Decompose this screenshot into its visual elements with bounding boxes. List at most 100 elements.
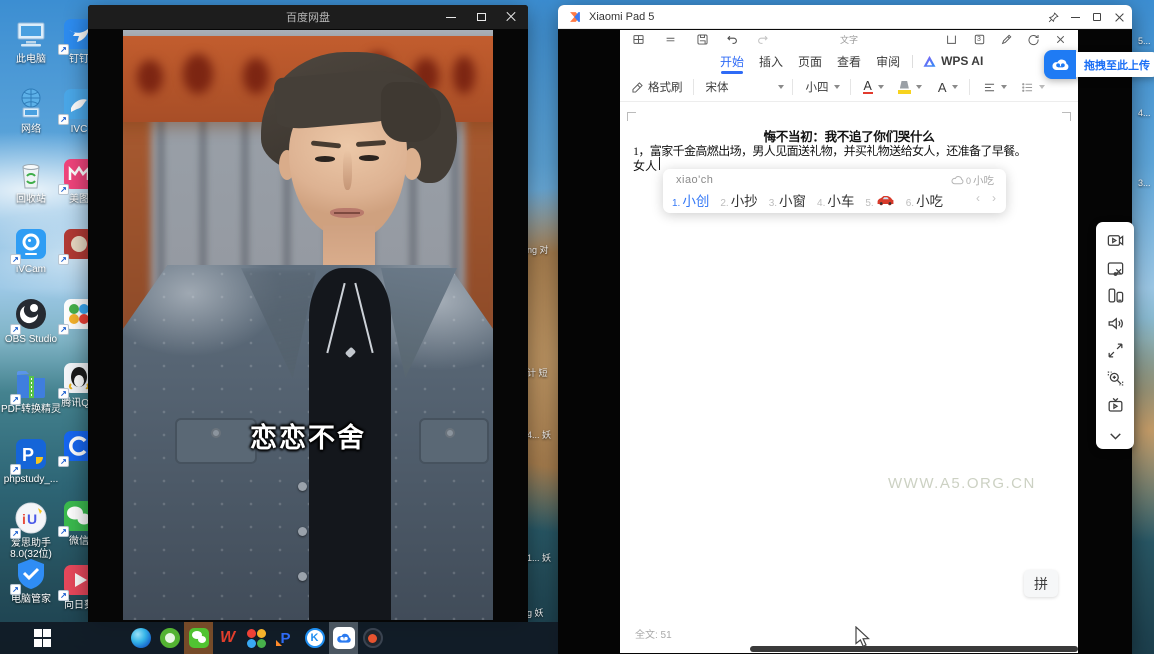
shortcut-arrow-icon: ↗: [10, 254, 21, 265]
split-screen-button[interactable]: [1101, 282, 1129, 310]
video-window-titlebar[interactable]: 百度网盘: [88, 5, 528, 29]
close-icon: [1115, 13, 1124, 22]
candidate-text: 小创: [682, 190, 709, 210]
minimize-icon: [446, 17, 456, 18]
netdisk-upload-icon-box: [1044, 50, 1076, 79]
wps-ai-icon: [922, 54, 937, 69]
zoom-button[interactable]: [1101, 365, 1129, 393]
taskbar-wechat[interactable]: [184, 622, 213, 654]
taskbar-baidu-netdisk[interactable]: [329, 622, 358, 654]
tab-review[interactable]: 审阅: [876, 49, 900, 74]
ime-candidate-3[interactable]: 3.小窗: [769, 190, 806, 210]
font-name-dropdown[interactable]: 宋体: [706, 79, 784, 95]
shortcut-arrow-icon: ↗: [58, 184, 69, 195]
flower-icon: [247, 629, 266, 648]
android-gesture-bar[interactable]: [750, 646, 1078, 652]
k-icon: K: [305, 628, 325, 648]
document-canvas[interactable]: 悔不当初：我不追了你们哭什么 1，富家千金高燃出场，男人见面送礼物，并买礼物送给…: [620, 102, 1078, 653]
tab-wps-ai[interactable]: WPS AI: [941, 50, 983, 72]
taskbar-360[interactable]: [155, 622, 184, 654]
tab-label: WPS AI: [941, 54, 983, 68]
recorder-icon: [363, 628, 383, 648]
p-icon: P: [280, 630, 290, 647]
cloud-icon: [951, 176, 964, 185]
minimize-button[interactable]: [436, 5, 466, 29]
chevron-down-icon: [834, 85, 840, 89]
tab-home[interactable]: 开始: [720, 49, 744, 74]
taskbar-recorder[interactable]: [358, 622, 387, 654]
chevron-down-icon: [878, 85, 884, 89]
maximize-button[interactable]: [466, 5, 496, 29]
doc-body-line1: 1，富家千金高燃出场，男人见面送礼物，并买礼物送给女人，还准备了早餐。: [633, 142, 1067, 159]
taskbar-edge[interactable]: [126, 622, 155, 654]
ime-next-page-icon[interactable]: ›: [992, 191, 996, 205]
shortcut-arrow-icon: ↗: [58, 324, 69, 335]
candidate-text: 小车: [827, 190, 854, 210]
tab-page[interactable]: 页面: [798, 49, 822, 74]
collapse-toolbar-button[interactable]: [1101, 422, 1129, 450]
video-canvas[interactable]: 恋恋不舍: [123, 30, 493, 620]
pinyin-ime-badge[interactable]: 拼: [1024, 570, 1058, 597]
close-button[interactable]: [496, 5, 526, 29]
upload-drop-target[interactable]: 拖拽至此上传: [1044, 50, 1154, 79]
alignment-button[interactable]: [983, 81, 1007, 94]
ime-candidate-6[interactable]: 6.小吃: [906, 190, 943, 210]
ime-cloud-candidate[interactable]: 0 小吃: [951, 173, 994, 188]
minimize-button[interactable]: [1064, 5, 1086, 29]
screen-clip-button[interactable]: [1101, 255, 1129, 283]
font-color-icon: A: [863, 81, 873, 94]
text-format-button[interactable]: A: [938, 80, 958, 95]
margin-corner-mark: [1062, 112, 1071, 121]
candidate-num: 5.: [865, 198, 873, 209]
icon-label: OBS Studio: [0, 334, 62, 345]
close-button[interactable]: [1108, 5, 1130, 29]
format-painter-button[interactable]: 格式刷: [631, 79, 683, 95]
font-size-dropdown[interactable]: 小四: [806, 79, 840, 95]
font-color-button[interactable]: A: [863, 81, 884, 94]
ime-prev-page-icon[interactable]: ‹: [976, 191, 980, 205]
text-format-icon: A: [938, 80, 947, 95]
phpstudy-icon: P↗: [13, 436, 49, 472]
ime-candidate-1[interactable]: 1.小创: [672, 190, 709, 210]
candidate-num: 1.: [672, 198, 680, 209]
person-eye: [315, 156, 335, 162]
chevron-down-icon: [1039, 85, 1045, 89]
tab-insert[interactable]: 插入: [759, 49, 783, 74]
fullscreen-button[interactable]: [1101, 337, 1129, 365]
maximize-button[interactable]: [1086, 5, 1108, 29]
mouse-cursor: [855, 626, 872, 654]
ime-candidate-2[interactable]: 2.小抄: [720, 190, 757, 210]
shortcut-arrow-icon: ↗: [58, 590, 69, 601]
cloud-candidate-num: 0: [966, 176, 971, 186]
pad-window-titlebar[interactable]: Xiaomi Pad 5: [558, 5, 1132, 29]
taskbar-wps[interactable]: W: [213, 622, 242, 654]
maximize-icon: [477, 13, 486, 21]
icon-label: iVCam: [0, 264, 62, 275]
tab-label: 查看: [837, 55, 861, 69]
highlight-color-button[interactable]: [898, 81, 922, 94]
format-painter-icon: [631, 81, 644, 94]
font-size-value: 小四: [806, 79, 829, 95]
bullet-list-button[interactable]: [1021, 81, 1045, 94]
start-button[interactable]: [28, 622, 57, 654]
edge-icon: [131, 628, 151, 648]
cast-tv-button[interactable]: [1101, 392, 1129, 420]
taskbar-app-store[interactable]: [242, 622, 271, 654]
pinyin-badge-label: 拼: [1034, 574, 1048, 594]
volume-button[interactable]: [1101, 310, 1129, 338]
ribbon-tabs: 开始 插入 页面 查看 审阅 WPS AI: [620, 49, 1078, 73]
ime-candidate-4[interactable]: 4.小车: [817, 190, 854, 210]
taskbar-k-app[interactable]: K: [300, 622, 329, 654]
video-subtitle: 恋恋不舍: [123, 416, 493, 455]
candidate-num: 6.: [906, 198, 914, 209]
svg-text:U: U: [27, 511, 37, 527]
tab-view[interactable]: 查看: [837, 49, 861, 74]
chevron-down-icon: [952, 85, 958, 89]
page-number-text: 3: [977, 36, 981, 43]
ime-candidate-5-car[interactable]: 5.: [865, 194, 894, 209]
desktop-root: 此电脑 网络 回收站 ↗ iVCam ↗ OBS Studio ↗ PDF转换精…: [0, 0, 1154, 654]
screen-record-button[interactable]: [1101, 227, 1129, 255]
taskbar-wps-pdf[interactable]: P: [271, 622, 300, 654]
pin-button[interactable]: [1042, 5, 1064, 29]
netdisk-cloud-icon: [333, 627, 355, 649]
